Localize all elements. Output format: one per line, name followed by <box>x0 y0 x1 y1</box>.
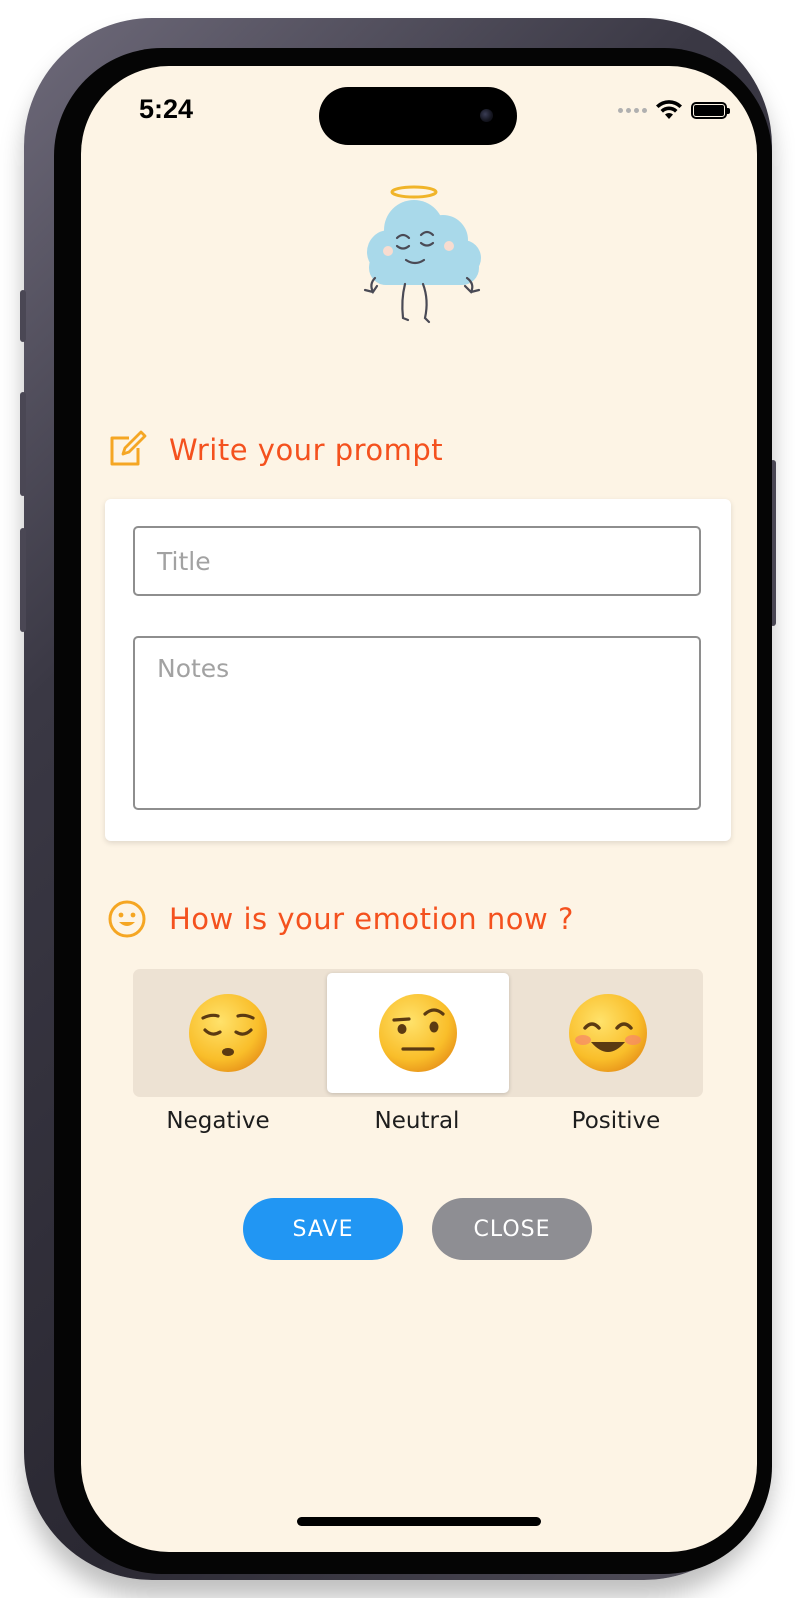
smiley-icon <box>108 900 146 938</box>
camera-lens-icon <box>480 109 493 122</box>
pensive-face-icon <box>189 994 267 1072</box>
notes-placeholder: Notes <box>157 654 230 683</box>
emotion-option-neutral[interactable] <box>327 973 509 1093</box>
edit-note-icon <box>110 430 147 466</box>
emotion-heading: How is your emotion now ? <box>107 899 574 939</box>
cellular-signal-icon <box>618 107 647 113</box>
emotion-heading-label: How is your emotion now ? <box>169 902 574 936</box>
angel-cloud-mascot-icon <box>363 185 481 324</box>
notes-textarea[interactable]: Notes <box>133 636 701 810</box>
prompt-heading: Write your prompt <box>107 430 443 470</box>
title-placeholder: Title <box>157 546 211 576</box>
volume-down-button <box>20 528 26 632</box>
status-indicators <box>618 98 730 122</box>
prompt-card: Title Notes <box>105 499 731 841</box>
emotion-label-neutral: Neutral <box>374 1108 460 1134</box>
battery-icon <box>691 101 730 119</box>
prompt-heading-label: Write your prompt <box>169 433 444 467</box>
emotion-option-positive[interactable] <box>517 973 699 1093</box>
raised-eyebrow-face-icon <box>379 994 457 1072</box>
dynamic-island <box>319 87 517 145</box>
title-input[interactable]: Title <box>133 526 701 596</box>
volume-up-button <box>20 392 26 496</box>
action-button <box>20 290 26 342</box>
wifi-icon <box>656 100 682 119</box>
emotion-segmented-control <box>133 969 703 1097</box>
app-screen: 5:24 Write your prompt Title Notes How i… <box>81 66 757 1552</box>
save-button[interactable]: SAVE <box>243 1198 403 1260</box>
status-time: 5:24 <box>139 94 194 124</box>
home-indicator[interactable] <box>297 1517 541 1526</box>
phone-frame: 5:24 Write your prompt Title Notes How i… <box>20 18 776 1580</box>
smiling-face-icon <box>569 994 647 1072</box>
close-button[interactable]: CLOSE <box>432 1198 592 1260</box>
emotion-label-positive: Positive <box>571 1108 661 1134</box>
emotion-option-negative[interactable] <box>137 973 319 1093</box>
emotion-label-negative: Negative <box>166 1108 270 1134</box>
